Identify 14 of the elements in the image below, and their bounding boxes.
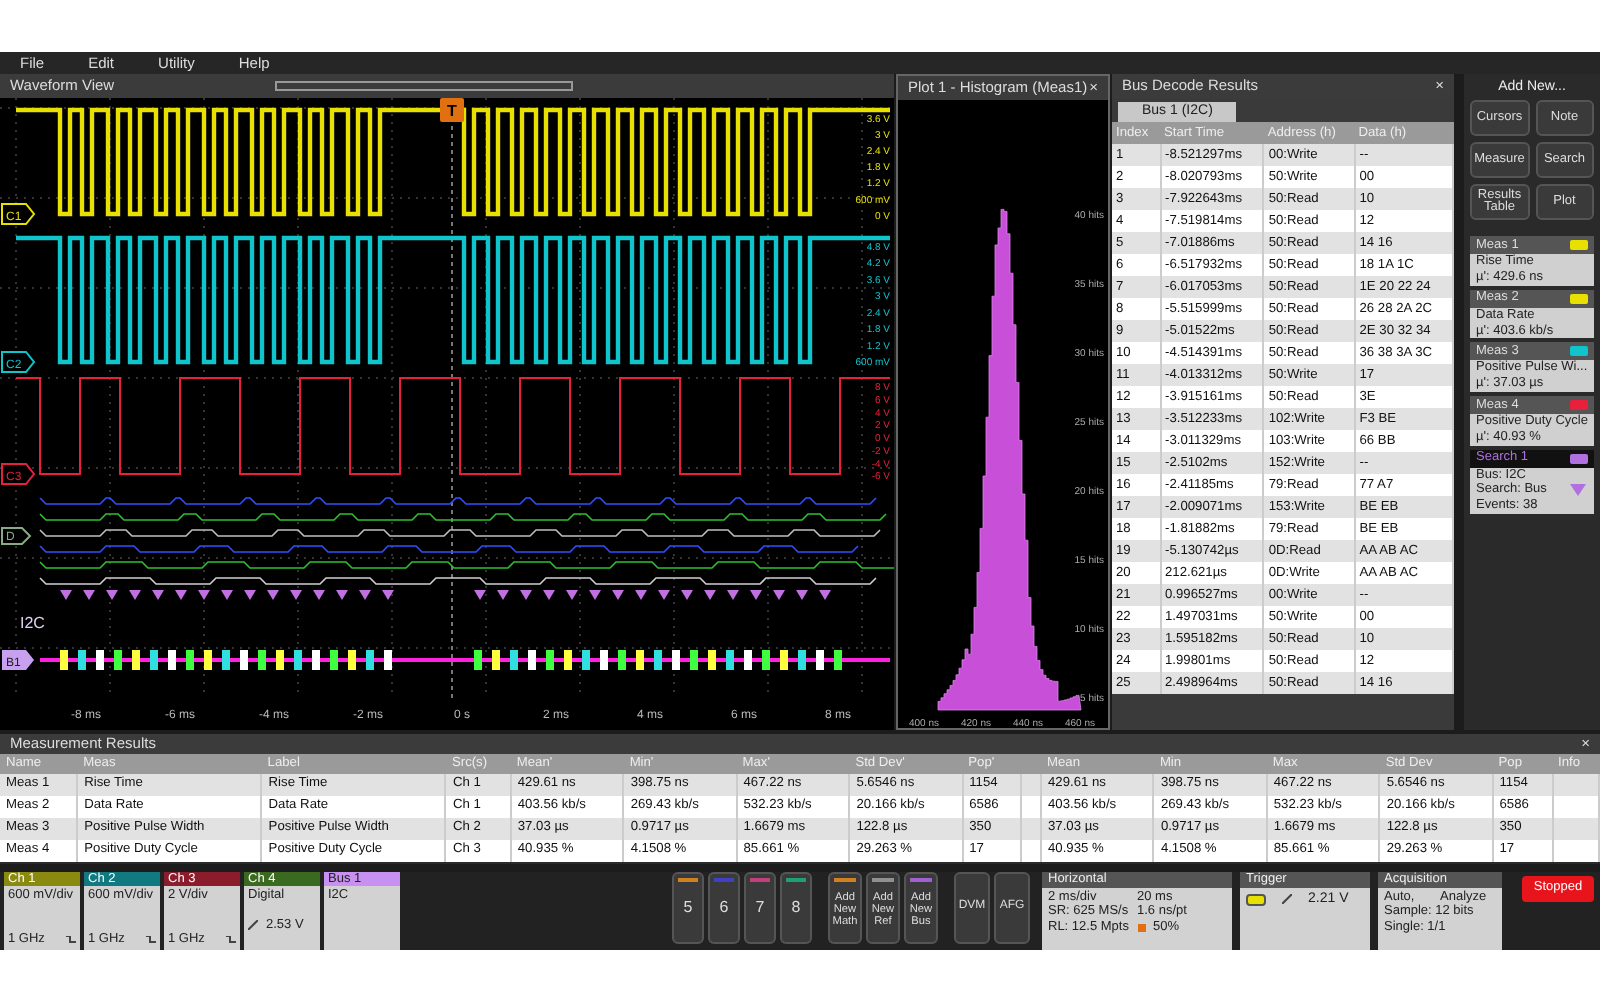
bandwidth-icon [146, 936, 156, 945]
slope-icon [1282, 894, 1292, 905]
position-marker-icon [1137, 924, 1145, 933]
threshold-icon [248, 920, 258, 931]
trigger-source-icon [1246, 893, 1266, 906]
channel-button[interactable]: 5 [672, 871, 704, 944]
search-mark-icon [1570, 484, 1586, 497]
channel-button[interactable]: 7 [744, 871, 776, 944]
bandwidth-icon [226, 936, 236, 945]
bus-label: I2C [20, 613, 45, 632]
channel-button[interactable]: 8 [780, 871, 812, 944]
channel-button[interactable]: 6 [708, 871, 740, 944]
trigger-position-icon: T [440, 97, 464, 122]
bandwidth-icon [66, 936, 76, 945]
